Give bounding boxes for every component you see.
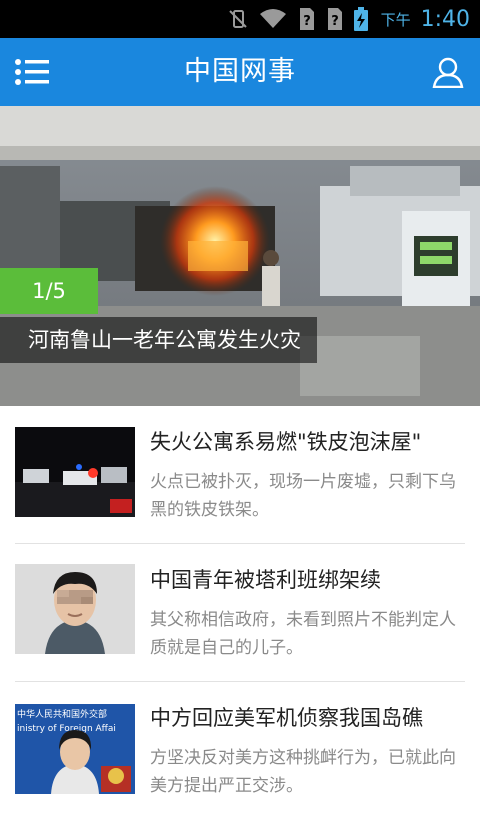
news-summary: 其父称相信政府，未看到照片不能判定人质就是自己的儿子。 <box>150 610 456 658</box>
app-bar: 中国网事 <box>0 38 480 106</box>
news-thumbnail <box>15 427 135 517</box>
wifi-icon <box>259 8 287 30</box>
news-item[interactable]: 中国青年被塔利班绑架续 其父称相信政府，未看到照片不能判定人质就是自己的儿子。 <box>0 544 480 682</box>
battery-charging-icon <box>353 6 369 32</box>
svg-text:?: ? <box>303 14 311 29</box>
news-title: 中国青年被塔利班绑架续 <box>150 568 381 592</box>
hero-carousel[interactable]: 1/5 河南鲁山一老年公寓发生火灾 <box>0 106 480 406</box>
news-thumbnail <box>15 564 135 654</box>
news-item[interactable]: 中华人民共和国外交部 inistry of Foreign Affai 中方回应… <box>0 682 480 820</box>
app-title: 中国网事 <box>184 56 296 87</box>
news-summary: 方坚决反对美方这种挑衅行为，已就此向美方提出严正交涉。 <box>150 748 456 796</box>
thumbnail-watermark-text: 中华人民共和国外交部 <box>17 708 107 720</box>
vibrate-off-icon <box>227 8 249 30</box>
profile-button[interactable] <box>432 56 464 89</box>
slide-counter: 1/5 <box>0 268 98 314</box>
status-bar: ? ? 下午 1:40 <box>0 0 480 38</box>
no-sim-icon: ? <box>297 7 315 31</box>
status-clock: 1:40 <box>420 6 470 32</box>
news-title: 中方回应美军机侦察我国岛礁 <box>150 706 423 730</box>
news-title: 失火公寓系易燃"铁皮泡沫屋" <box>150 430 422 454</box>
hero-headline: 河南鲁山一老年公寓发生火灾 <box>0 317 317 363</box>
user-icon <box>432 57 464 89</box>
news-item[interactable]: 失火公寓系易燃"铁皮泡沫屋" 火点已被扑灭，现场一片废墟，只剩下乌黑的铁皮铁架。 <box>0 406 480 544</box>
news-thumbnail: 中华人民共和国外交部 inistry of Foreign Affai <box>15 704 135 794</box>
svg-text:?: ? <box>331 14 339 29</box>
status-period: 下午 <box>380 10 411 29</box>
no-sim-icon: ? <box>325 7 343 31</box>
news-summary: 火点已被扑灭，现场一片废墟，只剩下乌黑的铁皮铁架。 <box>150 472 456 520</box>
